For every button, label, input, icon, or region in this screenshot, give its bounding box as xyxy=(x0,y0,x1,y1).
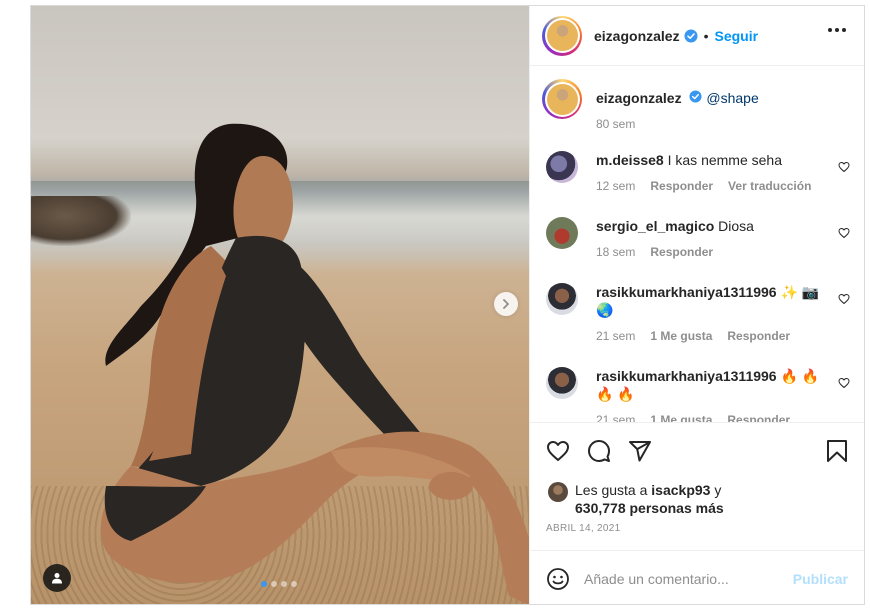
verified-badge-icon xyxy=(684,29,698,43)
chevron-right-icon xyxy=(503,299,509,309)
author-avatar[interactable] xyxy=(542,79,582,119)
caption-mention[interactable]: @shape xyxy=(706,90,758,106)
verified-badge-icon xyxy=(689,90,703,103)
caption: eizagonzalez @shape 80 sem xyxy=(530,79,864,133)
user-tag-icon xyxy=(52,573,62,584)
comment-bubble-icon[interactable] xyxy=(587,439,611,463)
liker-avatar[interactable] xyxy=(548,482,568,502)
likes-prefix: Les gusta a xyxy=(575,482,648,498)
caption-username[interactable]: eizagonzalez xyxy=(596,90,682,106)
commenter-avatar[interactable] xyxy=(546,283,578,315)
commenter-avatar[interactable] xyxy=(546,217,578,249)
post-header: eizagonzalez • Seguir xyxy=(530,6,864,66)
post-photo[interactable] xyxy=(31,6,529,604)
post-side-panel: eizagonzalez • Seguir eizagonzalez @shap xyxy=(529,6,864,604)
comment-username[interactable]: m.deisse8 xyxy=(596,152,664,168)
likes-count[interactable]: 630,778 personas más xyxy=(575,500,724,516)
like-heart-icon[interactable] xyxy=(546,439,570,463)
likes-conjunction: y xyxy=(714,482,722,498)
reply-button[interactable]: Responder xyxy=(650,243,713,261)
carousel-indicator xyxy=(261,581,297,587)
comments-list: eizagonzalez @shape 80 sem m.deisse8 I k… xyxy=(530,67,864,422)
caption-time: 80 sem xyxy=(596,117,636,131)
comment-time: 12 sem xyxy=(596,179,636,193)
carousel-dot xyxy=(261,581,267,587)
carousel-dot xyxy=(291,581,297,587)
carousel-dot xyxy=(281,581,287,587)
like-comment-heart-icon[interactable] xyxy=(838,161,850,173)
comment-time: 21 sem xyxy=(596,329,636,343)
comment-username[interactable]: rasikkumarkhaniya1311996 xyxy=(596,368,777,384)
share-direct-icon[interactable] xyxy=(628,439,652,463)
reply-button[interactable]: Responder xyxy=(727,327,790,345)
post-date: ABRIL 14, 2021 xyxy=(546,523,621,534)
like-comment-heart-icon[interactable] xyxy=(838,377,850,389)
carousel-dot xyxy=(271,581,277,587)
likes-summary: Les gusta a isackp93 y 630,778 personas … xyxy=(548,481,775,517)
comment-text: I kas nemme seha xyxy=(667,152,782,168)
tagged-users-button[interactable] xyxy=(43,564,71,592)
comment-time: 18 sem xyxy=(596,245,636,259)
follow-button[interactable]: Seguir xyxy=(715,28,759,44)
comment-item: rasikkumarkhaniya1311996 ✨ 📷 🌏 21 sem 1 … xyxy=(530,283,864,345)
comment-item: rasikkumarkhaniya1311996 🔥 🔥 🔥 🔥 21 sem … xyxy=(530,367,864,422)
add-comment-bar: Publicar xyxy=(530,550,864,604)
comment-time: 21 sem xyxy=(596,413,636,422)
next-photo-button[interactable] xyxy=(494,292,518,316)
reply-button[interactable]: Responder xyxy=(727,411,790,422)
comment-item: sergio_el_magico Diosa 18 sem Responder xyxy=(530,217,864,261)
commenter-avatar[interactable] xyxy=(546,367,578,399)
comment-input[interactable] xyxy=(584,570,784,587)
like-comment-heart-icon[interactable] xyxy=(838,293,850,305)
woman-figure-illustration xyxy=(100,123,529,604)
see-translation-button[interactable]: Ver traducción xyxy=(728,177,811,195)
more-options-icon[interactable] xyxy=(828,28,846,32)
comment-username[interactable]: rasikkumarkhaniya1311996 xyxy=(596,284,777,300)
comment-like-count[interactable]: 1 Me gusta xyxy=(650,411,712,422)
comment-username[interactable]: sergio_el_magico xyxy=(596,218,714,234)
header-separator: • xyxy=(703,27,709,44)
like-comment-heart-icon[interactable] xyxy=(838,227,850,239)
publish-button[interactable]: Publicar xyxy=(793,571,848,587)
comment-text: Diosa xyxy=(718,218,754,234)
save-bookmark-icon[interactable] xyxy=(826,439,848,463)
instagram-post: eizagonzalez • Seguir eizagonzalez @shap xyxy=(30,5,865,605)
post-actions: Les gusta a isackp93 y 630,778 personas … xyxy=(530,422,864,550)
author-avatar[interactable] xyxy=(542,15,582,56)
author-username[interactable]: eizagonzalez xyxy=(594,28,680,44)
reply-button[interactable]: Responder xyxy=(650,177,713,195)
comment-item: m.deisse8 I kas nemme seha 12 sem Respon… xyxy=(530,151,864,195)
liker-username[interactable]: isackp93 xyxy=(651,482,710,498)
commenter-avatar[interactable] xyxy=(546,151,578,183)
comment-like-count[interactable]: 1 Me gusta xyxy=(650,327,712,345)
emoji-icon[interactable] xyxy=(546,567,570,591)
